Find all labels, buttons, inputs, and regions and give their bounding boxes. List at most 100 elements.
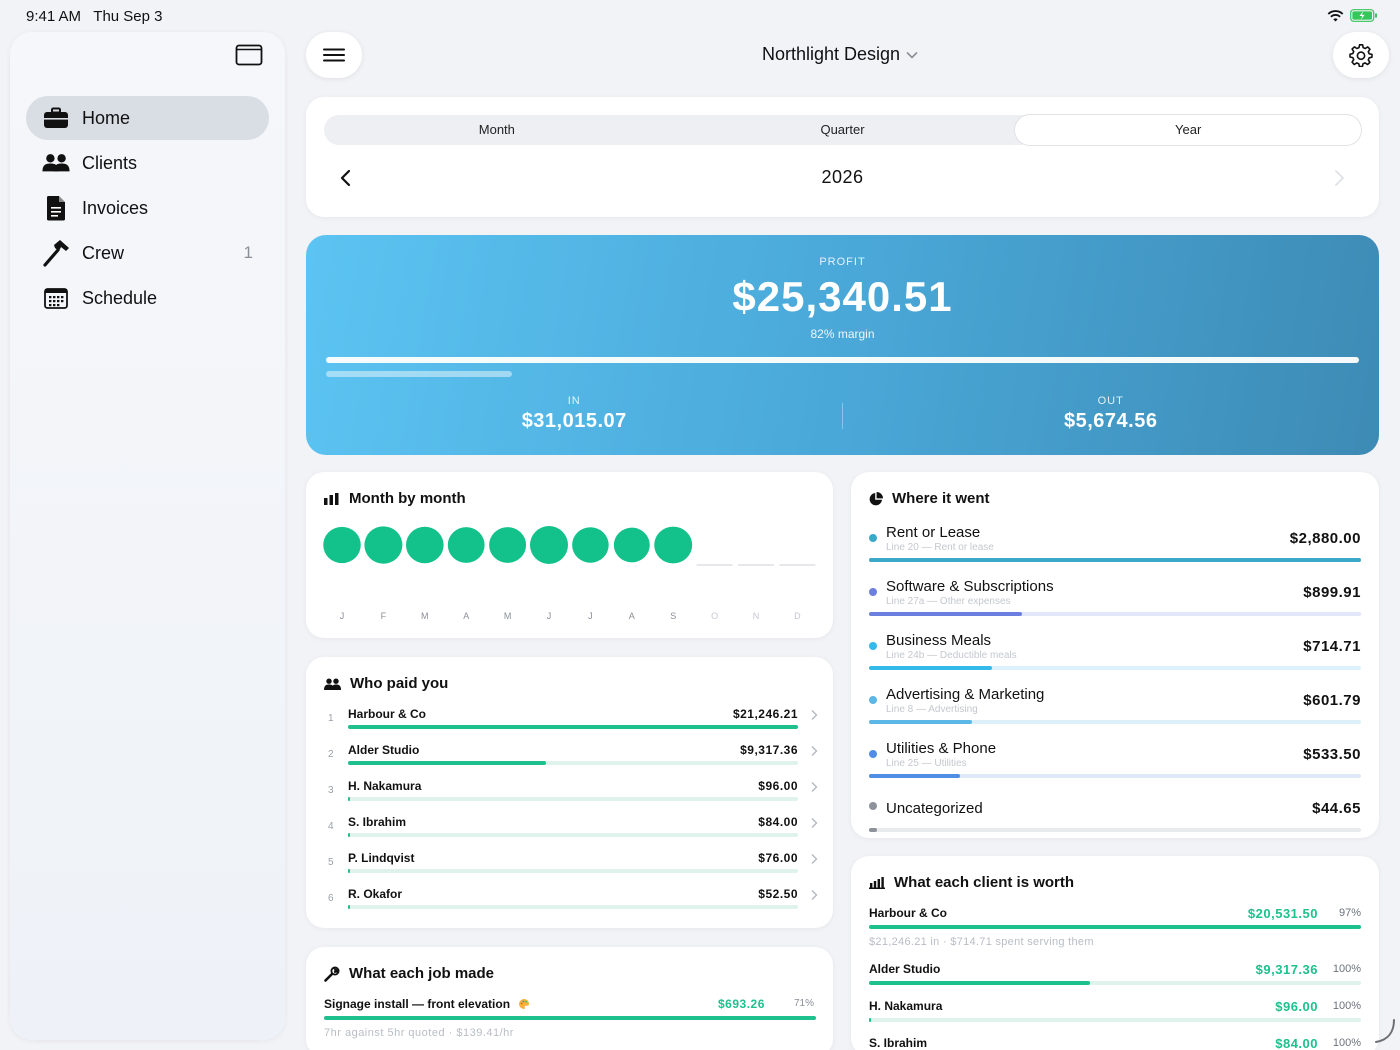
job-margin-pct: 71% — [794, 998, 815, 1009]
expense-category-row[interactable]: Advertising & Marketing $601.79 Line 8 — A… — [869, 684, 1361, 738]
payer-row[interactable]: 1 Harbour & Co $21,246.21 — [324, 705, 818, 741]
expense-category-row[interactable]: Business Meals $714.71 Line 24b — Deductib… — [869, 630, 1361, 684]
calendar-icon — [42, 284, 70, 312]
client-worth-row[interactable]: Harbour & Co $20,531.50 97% $21,246.21 in ·… — [869, 906, 1361, 962]
job-row[interactable]: Signage install — front elevation — [324, 997, 530, 1011]
category-amount: $714.71 — [1303, 638, 1361, 655]
month-bar[interactable] — [364, 526, 403, 564]
client-name: Harbour & Co — [869, 906, 947, 920]
payer-rank: 1 — [328, 713, 334, 724]
payer-row[interactable]: 3 H. Nakamura $96.00 — [324, 777, 818, 813]
category-color-dot — [869, 642, 877, 650]
payer-row[interactable]: 5 P. Lindqvist $76.00 — [324, 849, 818, 885]
job-profit-card: What each job made Signage install — fro… — [306, 947, 833, 1050]
sidebar-item-home[interactable]: Home — [26, 96, 269, 140]
sidebar-item-crew[interactable]: Crew 1 — [26, 231, 269, 275]
chevron-right-icon[interactable] — [810, 853, 818, 865]
tab-quarter[interactable]: Quarter — [670, 115, 1016, 145]
payer-rank: 5 — [328, 857, 334, 868]
palette-icon — [519, 999, 530, 1009]
payer-rank: 4 — [328, 821, 334, 832]
chevron-right-icon[interactable] — [810, 889, 818, 901]
year-navigator: 2026 — [324, 161, 1361, 197]
client-net-amount: $9,317.36 — [1255, 962, 1318, 977]
tab-month[interactable]: Month — [324, 115, 670, 145]
month-tick-label: A — [629, 611, 635, 621]
category-tax-line: Line 27a — Other expenses — [886, 596, 1011, 607]
category-bar-fill — [869, 828, 877, 832]
client-worth-detail: $21,246.21 in · $714.71 spent serving th… — [869, 936, 1094, 948]
chevron-right-icon[interactable] — [810, 817, 818, 829]
sidebar-item-clients[interactable]: Clients — [26, 141, 269, 185]
job-profit-title: What each job made — [349, 965, 495, 982]
expense-category-row[interactable]: Rent or Lease $2,880.00 Line 20 — Rent or … — [869, 522, 1361, 576]
workspace-switcher[interactable]: Northlight Design — [740, 44, 940, 65]
income-label: IN — [567, 395, 581, 407]
client-worth-row[interactable]: S. Ibrahim $84.00 100% — [869, 1036, 1361, 1050]
battery-icon — [1350, 9, 1377, 22]
payer-amount: $9,317.36 — [740, 743, 798, 757]
chevron-down-icon — [906, 51, 918, 59]
month-tick-label: N — [753, 611, 760, 621]
people-icon — [324, 678, 341, 690]
month-bar[interactable] — [572, 527, 609, 563]
wrench-icon — [324, 966, 340, 982]
payer-name: Harbour & Co — [348, 707, 426, 721]
month-bar[interactable] — [654, 526, 693, 564]
payer-bar-fill — [348, 725, 798, 729]
tab-year[interactable]: Year — [1015, 115, 1362, 145]
chevron-right-icon[interactable] — [810, 745, 818, 757]
month-bar[interactable] — [405, 526, 444, 564]
category-name: Software & Subscriptions — [886, 578, 1054, 595]
expense-column: OUT $5,674.56 — [843, 395, 1380, 445]
client-worth-title: What each client is worth — [894, 874, 1075, 891]
payer-amount: $96.00 — [758, 779, 798, 793]
category-bar-fill — [869, 612, 1022, 616]
client-margin-pct: 97% — [1338, 907, 1361, 919]
expense-category-row[interactable]: Uncategorized $44.65 — [869, 792, 1361, 846]
category-amount: $2,880.00 — [1289, 530, 1361, 547]
who-paid-card: Who paid you 1 Harbour & Co $21,246.21 2 Ald… — [306, 657, 833, 928]
expense-category-row[interactable]: Software & Subscriptions $899.91 Line 27a … — [869, 576, 1361, 630]
settings-button[interactable] — [1333, 32, 1389, 78]
month-bar[interactable] — [323, 526, 361, 564]
payer-row[interactable]: 4 S. Ibrahim $84.00 — [324, 813, 818, 849]
category-bar-track — [869, 612, 1361, 616]
payer-row[interactable]: 6 R. Okafor $52.50 — [324, 885, 818, 921]
sidebar-item-label: Invoices — [82, 197, 149, 218]
expense-category-row[interactable]: Utilities & Phone $533.50 Line 25 — Utilit… — [869, 738, 1361, 792]
client-net-amount: $20,531.50 — [1247, 906, 1318, 921]
sidebar-item-schedule[interactable]: Schedule — [26, 276, 269, 320]
client-worth-row[interactable]: H. Nakamura $96.00 100% — [869, 999, 1361, 1036]
expense-bar — [326, 371, 1359, 377]
payer-bar-track — [348, 761, 798, 765]
profit-summary-card[interactable]: PROFIT $25,340.51 82% margin IN $31,015.… — [306, 235, 1379, 455]
status-clock: 9:41 AM — [26, 8, 82, 25]
month-bar[interactable] — [489, 527, 527, 563]
chevron-right-icon[interactable] — [810, 781, 818, 793]
sidebar-toggle-icon[interactable] — [235, 44, 263, 66]
month-bar[interactable] — [447, 527, 485, 563]
payer-name: R. Okafor — [348, 887, 403, 901]
crew-count-badge: 1 — [243, 243, 253, 262]
sidebar-item-invoices[interactable]: Invoices — [26, 186, 269, 230]
chevron-right-icon[interactable] — [1331, 167, 1347, 189]
payer-row[interactable]: 2 Alder Studio $9,317.36 — [324, 741, 818, 777]
month-tick-label: J — [340, 611, 345, 621]
category-color-dot — [869, 802, 877, 810]
category-tax-line: Line 25 — Utilities — [886, 758, 967, 769]
client-worth-row[interactable]: Alder Studio $9,317.36 100% — [869, 962, 1361, 999]
income-bar — [326, 357, 1359, 363]
month-bar[interactable] — [613, 527, 650, 563]
month-bar[interactable] — [530, 526, 568, 564]
payer-amount: $21,246.21 — [732, 707, 798, 721]
payer-list: 1 Harbour & Co $21,246.21 2 Alder Studio $9,3… — [324, 705, 818, 921]
chevron-right-icon[interactable] — [810, 709, 818, 721]
resize-handle-icon[interactable] — [1372, 1018, 1396, 1044]
category-name: Utilities & Phone — [886, 740, 997, 757]
menu-button[interactable] — [306, 32, 362, 78]
client-bar-fill — [869, 1018, 872, 1022]
job-name: Signage install — front elevation — [324, 997, 511, 1011]
sidebar-item-label: Clients — [82, 152, 138, 173]
category-color-dot — [869, 534, 877, 542]
